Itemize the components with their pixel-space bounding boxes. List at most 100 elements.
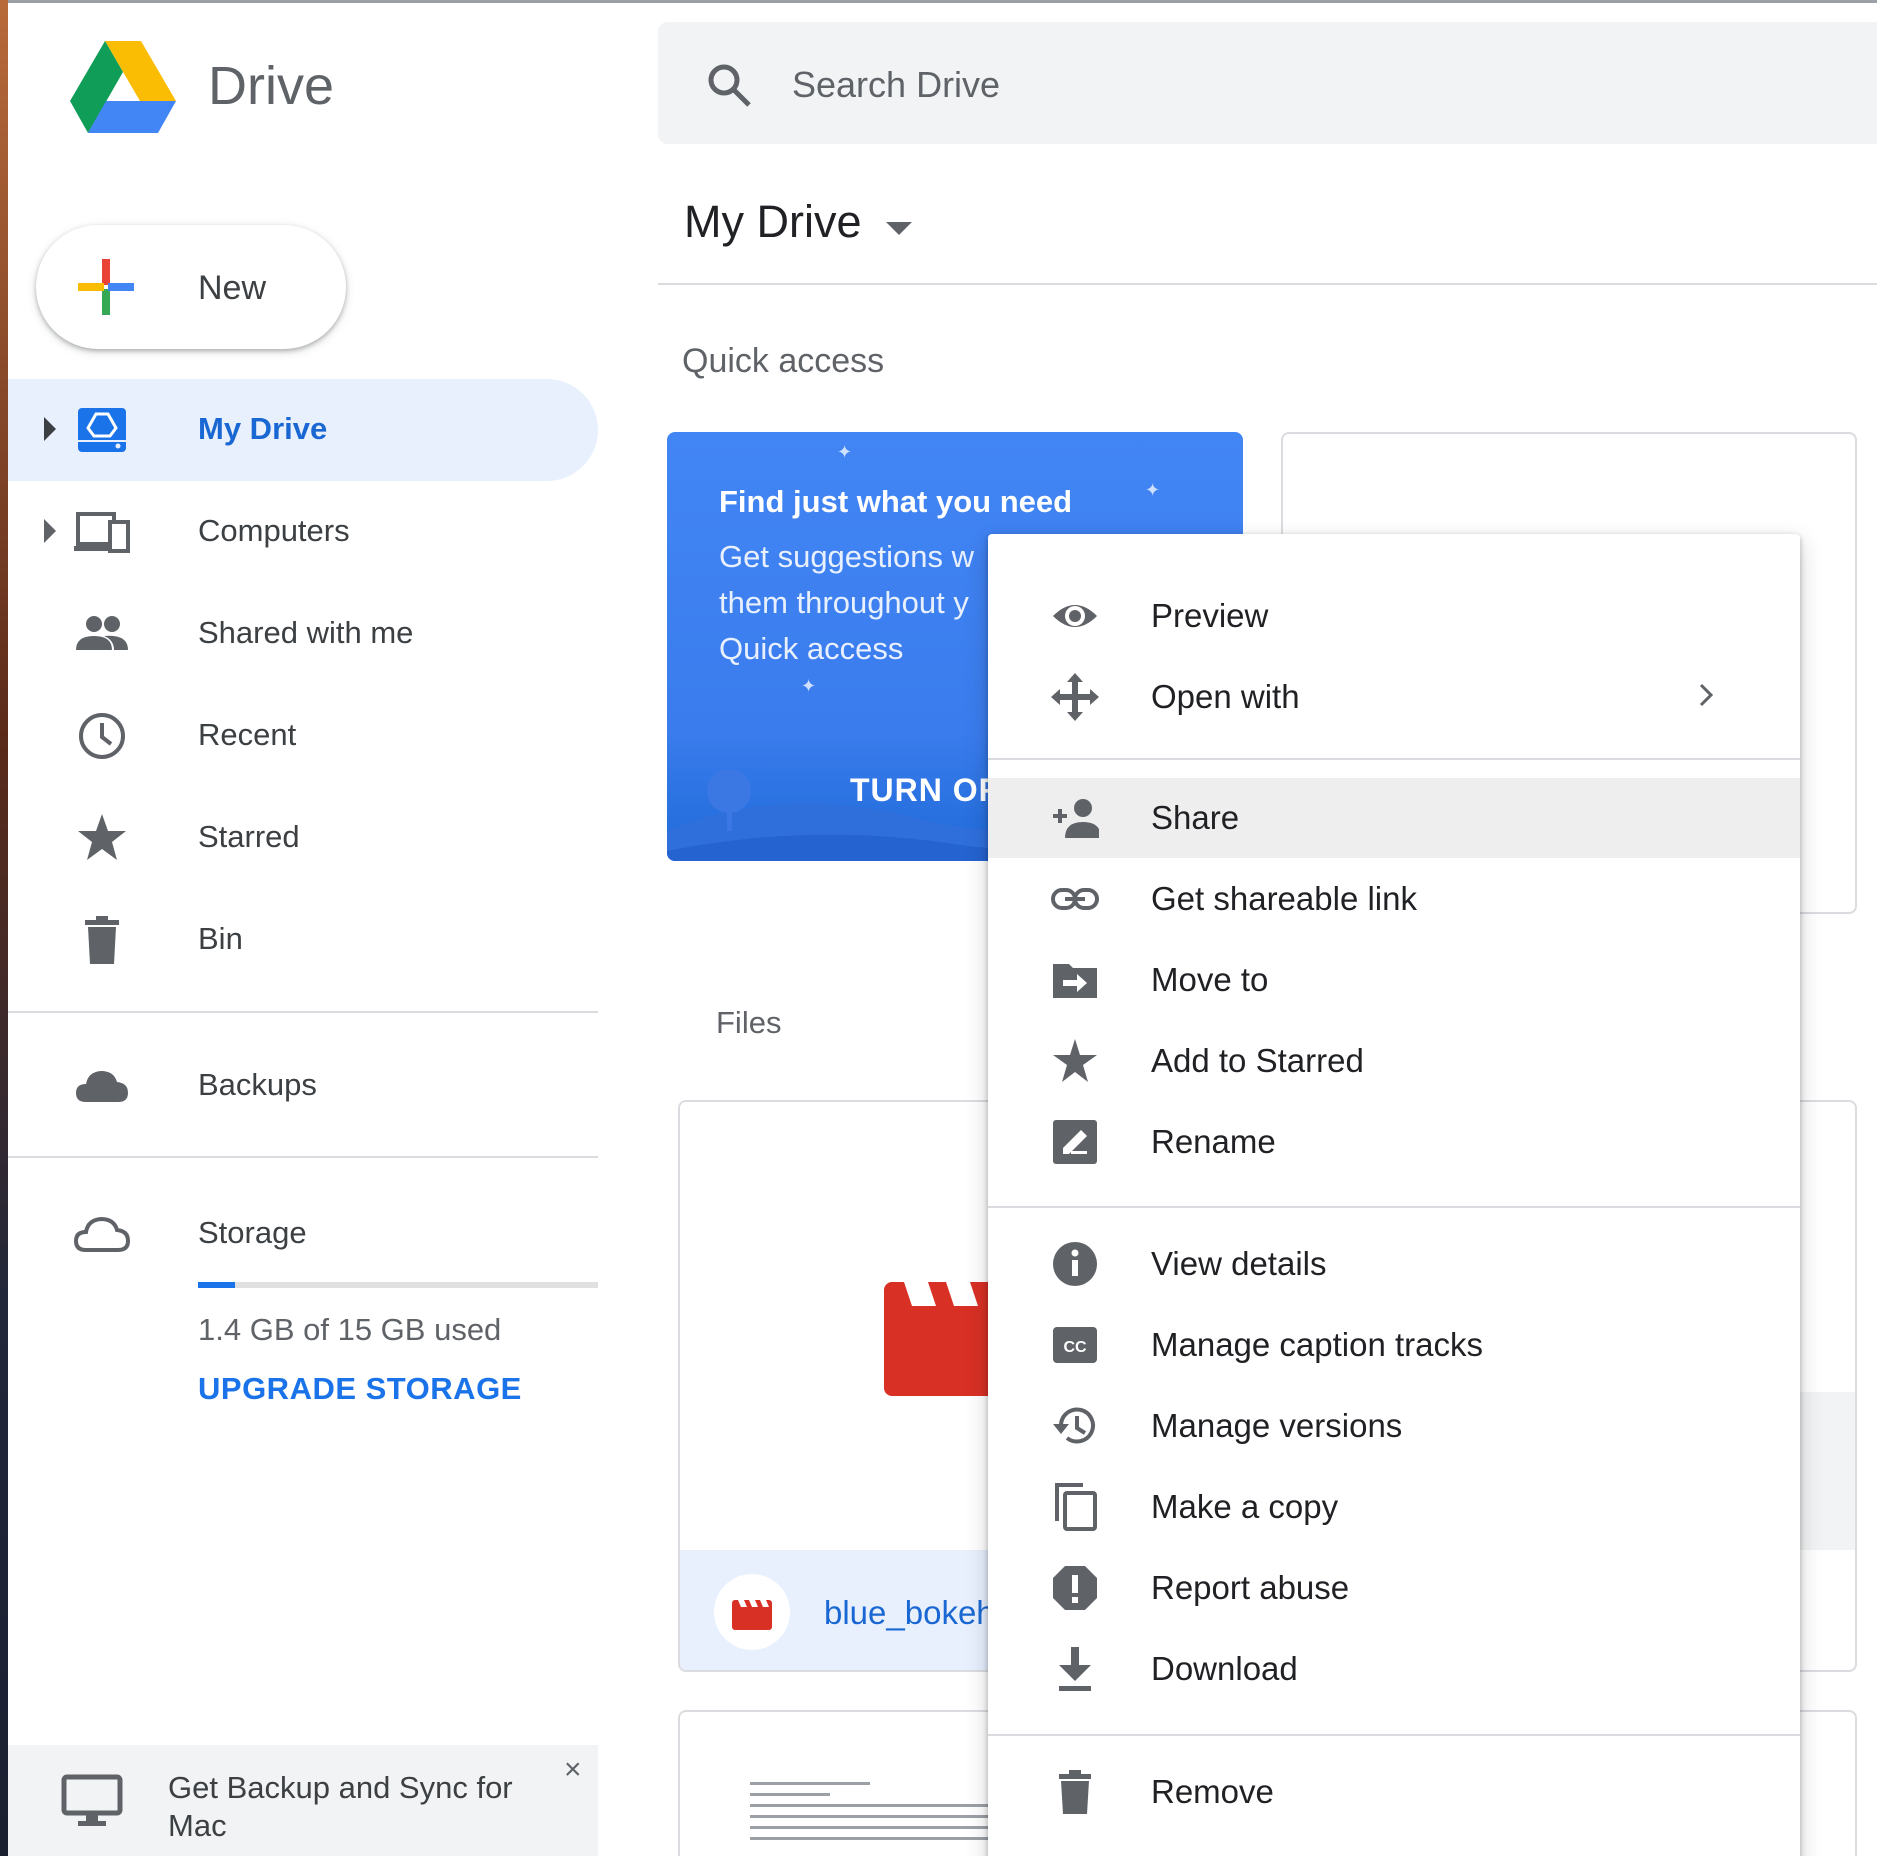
rename-icon (1053, 1120, 1097, 1164)
storage-progress-fill (198, 1282, 236, 1288)
menu-divider (988, 758, 1800, 760)
trash-icon (85, 916, 119, 964)
clock-icon (79, 713, 125, 759)
sidebar-item-backups[interactable]: Backups (8, 1035, 598, 1137)
storage-used-text: 1.4 GB of 15 GB used (198, 1312, 502, 1347)
menu-item-label: Open with (1151, 678, 1300, 715)
link-icon (1051, 888, 1099, 910)
trash-icon (1059, 1770, 1091, 1814)
sidebar-item-recent[interactable]: Recent (8, 685, 598, 787)
cloud-outline-icon (74, 1216, 130, 1252)
sidebar-item-label: Bin (198, 921, 243, 956)
menu-item-label: Report abuse (1151, 1569, 1350, 1606)
folder-move-icon (1053, 964, 1097, 998)
sparkle-icon: ✦ (837, 442, 853, 462)
close-icon[interactable]: × (564, 1753, 582, 1787)
backup-sync-promo[interactable]: Get Backup and Sync for Mac × (8, 1745, 598, 1856)
menu-item-share[interactable]: Share (988, 778, 1800, 858)
menu-item-label: Move to (1151, 961, 1269, 998)
menu-item-make-a-copy[interactable]: Make a copy (988, 1467, 1800, 1547)
chevron-right-icon (1699, 683, 1714, 707)
svg-text:CC: CC (1063, 1339, 1087, 1356)
new-button[interactable]: New (36, 225, 346, 349)
menu-item-report-abuse[interactable]: Report abuse (988, 1548, 1800, 1628)
sidebar: Drive New My Drive Computers Shared with… (8, 3, 598, 1856)
brand-name[interactable]: Drive (208, 55, 334, 117)
sidebar-item-label: Backups (198, 1067, 317, 1102)
context-menu: Preview Open with Share Get shareable li… (988, 534, 1800, 1856)
menu-item-label: Make a copy (1151, 1488, 1339, 1525)
menu-item-add-to-starred[interactable]: Add to Starred (988, 1021, 1800, 1101)
eye-icon (1053, 605, 1097, 627)
menu-item-preview[interactable]: Preview (988, 576, 1800, 656)
turn-on-button[interactable]: TURN OF (850, 772, 999, 809)
menu-item-label: Share (1151, 799, 1240, 836)
expand-caret-icon[interactable] (44, 417, 56, 441)
menu-item-move-to[interactable]: Move to (988, 940, 1800, 1020)
video-icon (732, 1600, 772, 1630)
menu-item-open-with[interactable]: Open with (988, 657, 1800, 737)
menu-divider (988, 1206, 1800, 1208)
sidebar-item-bin[interactable]: Bin (8, 889, 598, 991)
cc-icon: CC (1053, 1327, 1097, 1363)
search-bar[interactable]: Search Drive (658, 22, 1877, 144)
report-icon (1053, 1566, 1097, 1610)
sidebar-divider (8, 1011, 598, 1013)
menu-divider (988, 1734, 1800, 1736)
page-title[interactable]: My Drive (684, 196, 862, 248)
sidebar-item-label: Shared with me (198, 615, 414, 650)
sparkle-icon: ✦ (1145, 480, 1161, 500)
sidebar-item-label: Starred (198, 819, 300, 854)
menu-item-label: Download (1151, 1650, 1298, 1687)
sidebar-item-storage[interactable]: Storage (8, 1183, 598, 1285)
sidebar-item-computers[interactable]: Computers (8, 481, 598, 583)
add-person-icon (1053, 799, 1099, 838)
menu-item-download[interactable]: Download (988, 1629, 1800, 1709)
menu-item-label: Preview (1151, 597, 1269, 634)
menu-item-label: Get shareable link (1151, 880, 1417, 917)
menu-item-manage-versions[interactable]: Manage versions (988, 1386, 1800, 1466)
plus-icon (78, 259, 134, 315)
menu-item-remove[interactable]: Remove (988, 1752, 1800, 1832)
menu-item-label: Remove (1151, 1773, 1274, 1810)
sidebar-nav: My Drive Computers Shared with me Recent… (8, 379, 598, 991)
files-label: Files (716, 1005, 782, 1040)
sidebar-divider (8, 1156, 598, 1158)
download-icon (1059, 1647, 1091, 1691)
my-drive-icon (78, 408, 126, 452)
desktop-edge (0, 0, 8, 1856)
header-divider (658, 283, 1877, 285)
menu-item-view-details[interactable]: View details (988, 1224, 1800, 1304)
menu-item-label: Add to Starred (1151, 1042, 1364, 1079)
sidebar-item-label: Storage (198, 1215, 307, 1250)
expand-caret-icon[interactable] (44, 519, 56, 543)
promo-text: Get Backup and Sync for Mac (168, 1770, 513, 1843)
menu-item-get-shareable-link[interactable]: Get shareable link (988, 859, 1800, 939)
upgrade-storage-link[interactable]: UPGRADE STORAGE (198, 1371, 522, 1407)
sparkle-icon: ✦ (801, 676, 817, 696)
search-icon[interactable] (706, 62, 752, 108)
star-icon (78, 814, 126, 860)
history-icon (1053, 1407, 1095, 1444)
sidebar-item-label: Computers (198, 513, 350, 548)
sidebar-item-label: My Drive (198, 411, 328, 446)
file-name: blue_bokeh (824, 1594, 995, 1631)
chevron-down-icon[interactable] (886, 222, 912, 235)
people-icon (76, 616, 128, 650)
drive-logo-icon[interactable] (70, 41, 176, 133)
star-icon (1053, 1039, 1097, 1082)
move-arrows-icon (1051, 673, 1099, 721)
promo-card-heading: Find just what you need (719, 484, 1073, 519)
monitor-icon (61, 1774, 123, 1826)
cloud-filled-icon (76, 1071, 128, 1102)
menu-item-rename[interactable]: Rename (988, 1102, 1800, 1182)
search-input[interactable]: Search Drive (792, 64, 1000, 106)
menu-item-manage-caption-tracks[interactable]: CC Manage caption tracks (988, 1305, 1800, 1385)
menu-item-label: Manage caption tracks (1151, 1326, 1484, 1363)
sidebar-item-my-drive[interactable]: My Drive (8, 379, 598, 481)
copy-icon (1055, 1483, 1097, 1531)
sidebar-item-shared-with-me[interactable]: Shared with me (8, 583, 598, 685)
sidebar-item-starred[interactable]: Starred (8, 787, 598, 889)
new-button-label: New (198, 269, 267, 307)
storage-progress-bar (198, 1282, 598, 1288)
